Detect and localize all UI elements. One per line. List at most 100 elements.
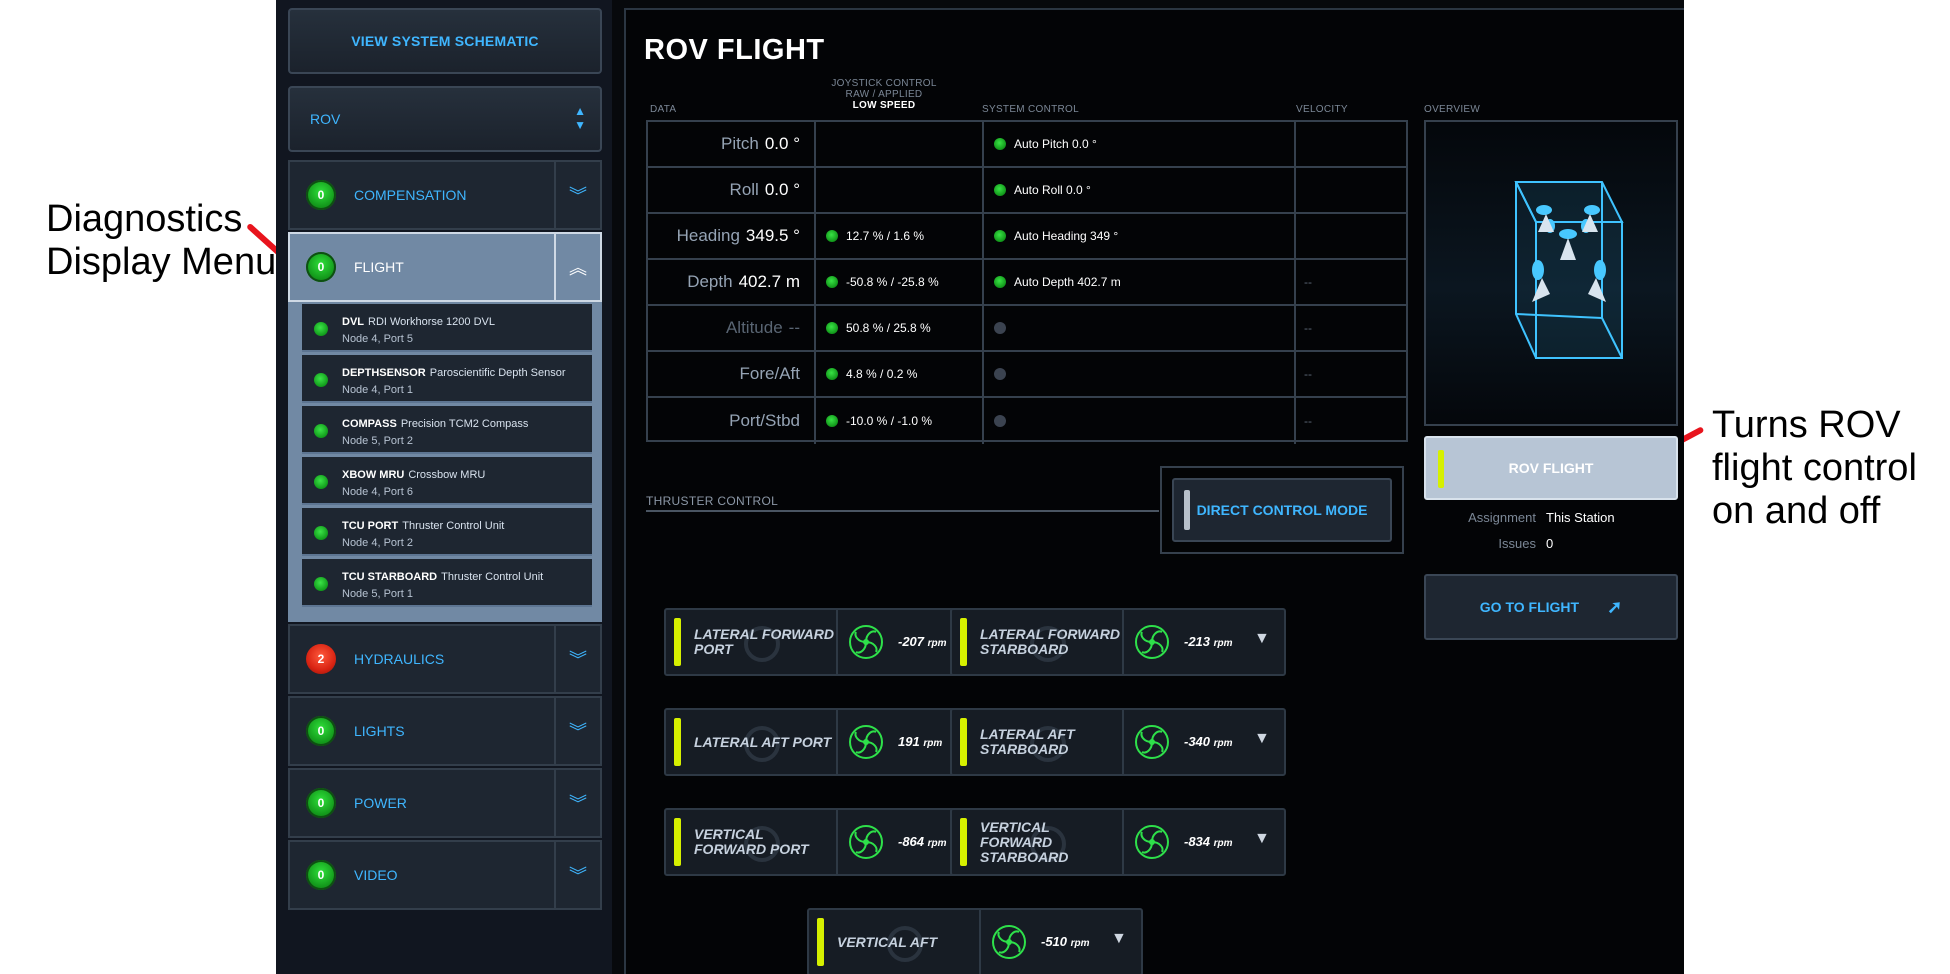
device-item-tcu-port[interactable]: TCU PORT Thruster Control Unit Node 4, Po…: [302, 508, 592, 556]
table-cell-system[interactable]: Auto Depth 402.7 m: [984, 260, 1296, 306]
table-cell-joystick: -50.8 % / -25.8 %: [816, 260, 984, 306]
section-power[interactable]: 0 POWER ︾: [288, 768, 602, 838]
chevron-up-icon[interactable]: ︽: [554, 234, 600, 300]
row-value: 402.7 m: [738, 272, 800, 291]
table-cell-system[interactable]: Auto Pitch 0.0 °: [984, 122, 1296, 168]
table-cell-system[interactable]: [984, 352, 1296, 398]
section-label: HYDRAULICS: [354, 651, 445, 667]
rov-flight-annotation: Turns ROV flight control on and off: [1712, 404, 1917, 532]
propeller-icon: [992, 925, 1026, 959]
rov-flight-toggle-button[interactable]: ROV FLIGHT: [1424, 436, 1678, 500]
status-dot: [826, 368, 838, 380]
screenshot-stage: Diagnostics Display Menu Turns ROV fligh…: [0, 0, 1950, 974]
thruster-name: LATERAL AFT PORT: [694, 733, 832, 750]
system-value: Auto Roll 0.0 °: [1014, 183, 1091, 197]
device-name: TCU PORT: [342, 520, 399, 532]
thruster-card[interactable]: VERTICAL AFT -510 rpm ▼: [807, 908, 1143, 974]
table-cell-velocity: --: [1296, 260, 1408, 306]
table-cell-velocity: [1296, 168, 1408, 214]
device-status-dot: [314, 577, 328, 591]
thruster-card[interactable]: VERTICAL FORWARD STARBOARD -834 rpm ▼: [950, 808, 1286, 876]
section-compensation[interactable]: 0 COMPENSATION ︾: [288, 160, 602, 230]
status-led-icon: [960, 818, 967, 866]
vehicle-select[interactable]: ROV ▲ ▼: [288, 86, 602, 152]
section-hydraulics[interactable]: 2 HYDRAULICS ︾: [288, 624, 602, 694]
table-cell-data: Roll 0.0 °: [648, 168, 816, 214]
velocity-value: --: [1304, 275, 1312, 289]
chevron-down-icon[interactable]: ︾: [554, 842, 600, 908]
direct-control-mode-button[interactable]: DIRECT CONTROL MODE: [1172, 478, 1392, 542]
header-system-control: SYSTEM CONTROL: [982, 104, 1079, 115]
device-desc: Crossbow MRU: [408, 469, 486, 481]
row-value: 0.0 °: [764, 180, 800, 199]
rpm-unit: rpm: [1213, 738, 1233, 749]
velocity-value: --: [1304, 414, 1312, 428]
dropdown-arrow-icon[interactable]: ▼: [1254, 630, 1270, 648]
section-flight[interactable]: 0 FLIGHT ︽: [288, 232, 602, 302]
status-dot: [826, 230, 838, 242]
device-item-depthsensor[interactable]: DEPTHSENSOR Paroscientific Depth Sensor N…: [302, 355, 592, 403]
go-to-flight-button[interactable]: GO TO FLIGHT ➚: [1424, 574, 1678, 640]
table-cell-data: Heading 349.5 °: [648, 214, 816, 260]
diagnostics-sidebar: VIEW SYSTEM SCHEMATIC ROV ▲ ▼ 0 COMPENSAT…: [276, 0, 612, 974]
rpm-value: -510: [1041, 934, 1068, 949]
rov-overview-view[interactable]: [1424, 120, 1678, 426]
card-divider: [1122, 610, 1124, 674]
table-cell-joystick: 12.7 % / 1.6 %: [816, 214, 984, 260]
status-led-icon: [674, 718, 681, 766]
chevron-down-icon[interactable]: ︾: [554, 162, 600, 228]
joystick-value: 50.8 % / 25.8 %: [846, 321, 931, 335]
table-cell-system[interactable]: Auto Roll 0.0 °: [984, 168, 1296, 214]
joystick-value: 4.8 % / 0.2 %: [846, 367, 918, 381]
table-cell-system[interactable]: [984, 306, 1296, 352]
chevron-down-icon[interactable]: ︾: [554, 698, 600, 764]
device-location: Node 5, Port 2: [342, 435, 413, 447]
dropdown-arrow-icon[interactable]: ▼: [1254, 730, 1270, 748]
table-cell-joystick: 50.8 % / 25.8 %: [816, 306, 984, 352]
status-led-icon: [1438, 450, 1444, 488]
device-item-dvl[interactable]: DVL RDI Workhorse 1200 DVL Node 4, Port 5: [302, 304, 592, 352]
thruster-name: LATERAL AFT STARBOARD: [980, 726, 1075, 757]
table-cell-system[interactable]: Auto Heading 349 °: [984, 214, 1296, 260]
thruster-control-divider: [646, 510, 1159, 512]
card-divider: [836, 810, 838, 874]
view-system-schematic-button[interactable]: VIEW SYSTEM SCHEMATIC: [288, 8, 602, 74]
status-badge: 0: [306, 788, 336, 818]
table-cell-joystick: 4.8 % / 0.2 %: [816, 352, 984, 398]
row-label: Depth: [687, 272, 733, 291]
section-video[interactable]: 0 VIDEO ︾: [288, 840, 602, 910]
status-badge: 0: [306, 180, 336, 210]
device-item-tcu-starboard[interactable]: TCU STARBOARD Thruster Control Unit Node …: [302, 559, 592, 607]
status-led-icon: [960, 618, 967, 666]
issues-value: 0: [1546, 536, 1554, 551]
chevron-down-icon[interactable]: ︾: [554, 770, 600, 836]
issues-label: Issues: [1498, 536, 1536, 551]
thruster-card[interactable]: LATERAL AFT STARBOARD -340 rpm ▼: [950, 708, 1286, 776]
chevron-down-icon[interactable]: ︾: [554, 626, 600, 692]
row-value: 349.5 °: [745, 226, 800, 245]
rov-flight-panel: ROV FLIGHT DATA JOYSTICK CONTROL RAW / A…: [624, 8, 1684, 974]
status-led-icon: [960, 718, 967, 766]
dropdown-arrow-icon[interactable]: ▼: [1254, 830, 1270, 848]
direct-control-mode-frame: DIRECT CONTROL MODE: [1160, 466, 1404, 554]
propeller-icon: [1135, 825, 1169, 859]
table-cell-system[interactable]: [984, 398, 1296, 444]
section-lights[interactable]: 0 LIGHTS ︾: [288, 696, 602, 766]
card-divider: [979, 910, 981, 974]
device-item-xbow-mru[interactable]: XBOW MRU Crossbow MRU Node 4, Port 6: [302, 457, 592, 505]
thruster-name: VERTICAL FORWARD STARBOARD: [980, 818, 1069, 865]
device-desc: Thruster Control Unit: [441, 571, 544, 583]
joystick-value: 12.7 % / 1.6 %: [846, 229, 925, 243]
thruster-rpm: -510 rpm: [1041, 934, 1090, 949]
section-label: LIGHTS: [354, 723, 405, 739]
status-dot-inactive: [994, 415, 1006, 427]
status-dot: [994, 138, 1006, 150]
device-status-dot: [314, 322, 328, 336]
device-item-compass[interactable]: COMPASS Precision TCM2 Compass Node 5, Po…: [302, 406, 592, 454]
thruster-card[interactable]: LATERAL FORWARD STARBOARD -213 rpm ▼: [950, 608, 1286, 676]
flight-data-table: Pitch 0.0 ° Auto Pitch 0.0 ° Roll 0.0 ° Au…: [646, 120, 1408, 444]
dropdown-arrow-icon[interactable]: ▼: [1111, 930, 1127, 948]
propeller-icon: [1135, 625, 1169, 659]
assignment-row: Assignment This Station: [1424, 510, 1678, 525]
thruster-rpm: -213 rpm: [1184, 634, 1233, 649]
